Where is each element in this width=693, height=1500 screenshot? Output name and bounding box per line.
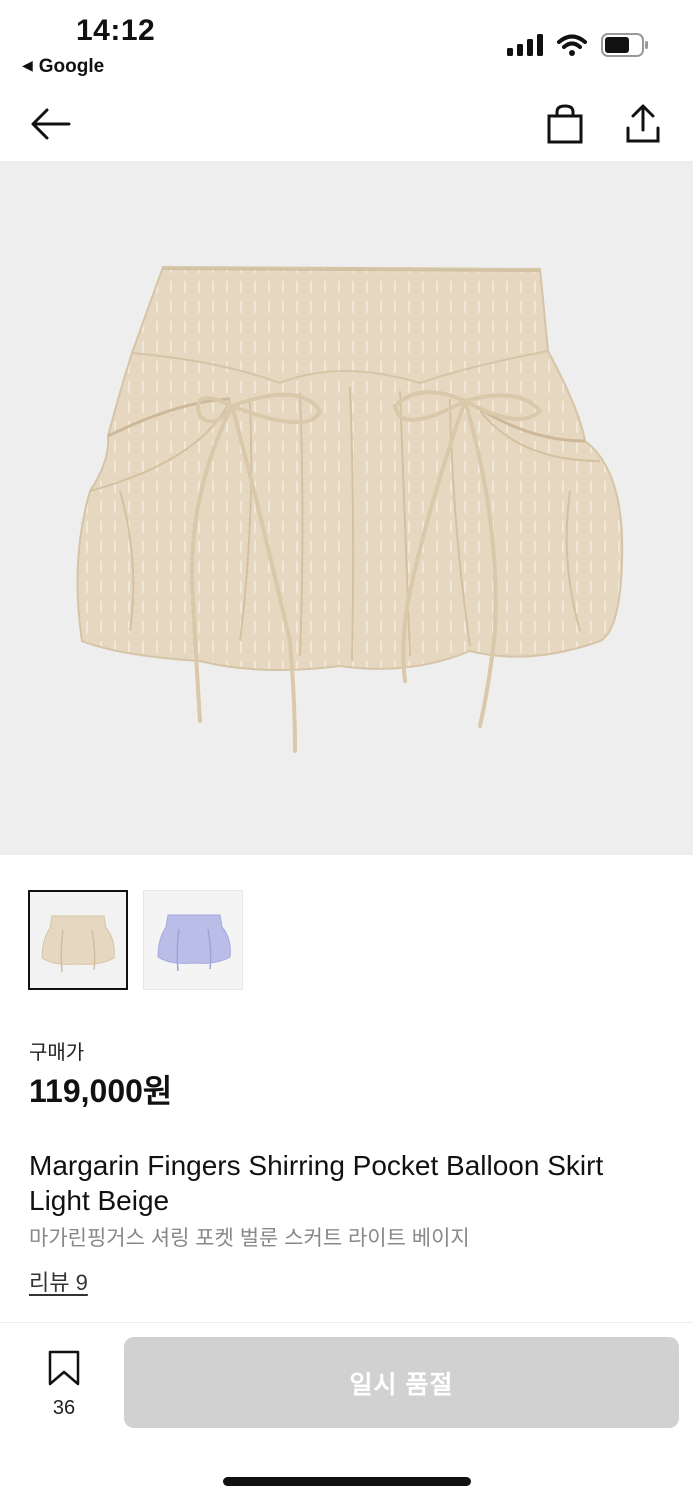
- color-thumbnails: [28, 890, 243, 990]
- status-bar: 14:12 ◀ Google: [0, 0, 693, 82]
- price-label: 구매가: [29, 1042, 85, 1064]
- clock: 14:12: [76, 14, 156, 47]
- product-title-korean: 마가린핑거스 셔링 포켓 벌룬 스커트 라이트 베이지: [29, 1227, 470, 1250]
- lavender-skirt-thumbnail: [144, 891, 242, 989]
- sold-out-label: 일시 품절: [349, 1370, 454, 1399]
- review-link[interactable]: 리뷰 9: [29, 1265, 88, 1297]
- thumbnail-beige[interactable]: [28, 890, 128, 990]
- wifi-icon: [557, 34, 587, 56]
- navigation-bar: [0, 86, 693, 160]
- beige-skirt-thumbnail: [30, 892, 126, 988]
- back-button[interactable]: [26, 100, 74, 148]
- shopping-bag-icon: [547, 104, 583, 144]
- price: 119,000원: [29, 1073, 173, 1109]
- bookmark-icon: [48, 1350, 80, 1386]
- share-icon: [626, 104, 660, 143]
- sold-out-button[interactable]: 일시 품절: [124, 1337, 679, 1428]
- skirt-illustration: [76, 265, 624, 753]
- product-image[interactable]: [0, 161, 693, 855]
- signal-icon: [507, 34, 543, 56]
- back-triangle-icon: ◀: [22, 57, 33, 73]
- battery-icon: [601, 33, 648, 57]
- thumbnail-lavender[interactable]: [143, 890, 243, 990]
- home-indicator: [223, 1477, 471, 1486]
- arrow-left-icon: [31, 108, 71, 140]
- bookmark-button[interactable]: 36: [40, 1350, 88, 1419]
- bookmark-count: 36: [52, 1397, 76, 1419]
- status-icons: [507, 33, 649, 57]
- product-title: Margarin Fingers Shirring Pocket Balloon…: [29, 1150, 604, 1216]
- divider: [0, 1322, 693, 1323]
- back-to-app-link[interactable]: ◀ Google: [22, 56, 104, 78]
- share-button[interactable]: [619, 100, 667, 148]
- cart-button[interactable]: [541, 100, 589, 148]
- back-app-label: Google: [38, 56, 105, 77]
